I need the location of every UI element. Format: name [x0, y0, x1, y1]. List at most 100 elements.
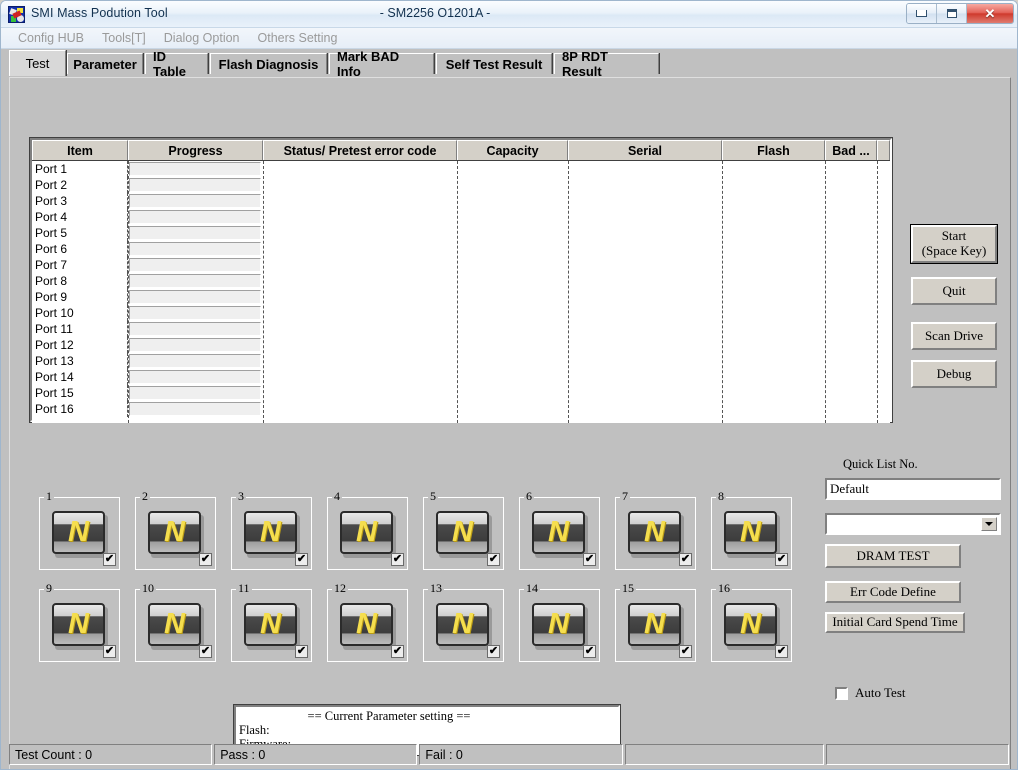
- drive-slot-13[interactable]: 13 N ✔: [423, 589, 504, 662]
- drive-check-icon[interactable]: ✔: [103, 645, 116, 658]
- drive-letter: N: [724, 603, 777, 646]
- drive-slot-10[interactable]: 10 N ✔: [135, 589, 216, 662]
- table-row[interactable]: Port 1: [32, 161, 890, 177]
- drive-letter: N: [244, 511, 297, 554]
- grid-divider: [722, 161, 723, 423]
- table-row[interactable]: Port 10: [32, 305, 890, 321]
- drive-slot-7[interactable]: 7 N ✔: [615, 497, 696, 570]
- table-row[interactable]: Port 8: [32, 273, 890, 289]
- drive-check-icon[interactable]: ✔: [199, 553, 212, 566]
- table-row[interactable]: Port 5: [32, 225, 890, 241]
- drive-slot-3[interactable]: 3 N ✔: [231, 497, 312, 570]
- table-row[interactable]: Port 16: [32, 401, 890, 417]
- drive-check-icon[interactable]: ✔: [295, 645, 308, 658]
- drive-check-icon[interactable]: ✔: [199, 645, 212, 658]
- drive-slot-14[interactable]: 14 N ✔: [519, 589, 600, 662]
- table-row[interactable]: Port 11: [32, 321, 890, 337]
- maximize-button[interactable]: [937, 4, 967, 23]
- table-row[interactable]: Port 13: [32, 353, 890, 369]
- drive-check-icon[interactable]: ✔: [583, 645, 596, 658]
- grid-header-progress[interactable]: Progress: [128, 140, 263, 160]
- grid-header-flash[interactable]: Flash: [722, 140, 825, 160]
- drive-slot-6[interactable]: 6 N ✔: [519, 497, 600, 570]
- drive-slot-5[interactable]: 5 N ✔: [423, 497, 504, 570]
- grid-header-capacity[interactable]: Capacity: [457, 140, 568, 160]
- drive-slot-12[interactable]: 12 N ✔: [327, 589, 408, 662]
- dram-test-button[interactable]: DRAM TEST: [825, 544, 961, 568]
- drive-number: 5: [428, 490, 438, 502]
- drive-check-icon[interactable]: ✔: [583, 553, 596, 566]
- err-code-define-button[interactable]: Err Code Define: [825, 581, 961, 603]
- drive-check-icon[interactable]: ✔: [679, 645, 692, 658]
- table-row[interactable]: Port 2: [32, 177, 890, 193]
- drive-slot-2[interactable]: 2 N ✔: [135, 497, 216, 570]
- minimize-button[interactable]: [907, 4, 937, 23]
- cell-progress: [128, 209, 263, 225]
- grid-body[interactable]: Port 1 Port 2 Port 3 Port 4: [32, 161, 890, 423]
- grid-divider: [877, 161, 878, 423]
- drive-slot-9[interactable]: 9 N ✔: [39, 589, 120, 662]
- menu-item-config-hub[interactable]: Config HUB: [9, 30, 93, 46]
- grid-divider: [568, 161, 569, 423]
- grid-header-status[interactable]: Status/ Pretest error code: [263, 140, 457, 160]
- tab-8p-rdt-result[interactable]: 8P RDT Result: [554, 53, 659, 74]
- drive-check-icon[interactable]: ✔: [775, 553, 788, 566]
- drive-check-icon[interactable]: ✔: [679, 553, 692, 566]
- drive-check-icon[interactable]: ✔: [775, 645, 788, 658]
- menu-item-dialog-option[interactable]: Dialog Option: [155, 30, 249, 46]
- drive-check-icon[interactable]: ✔: [391, 645, 404, 658]
- table-row[interactable]: Port 6: [32, 241, 890, 257]
- cell-item: Port 5: [32, 225, 128, 241]
- table-row[interactable]: Port 3: [32, 193, 890, 209]
- tab-mark-bad-info[interactable]: Mark BAD Info: [329, 53, 434, 74]
- drive-slot-11[interactable]: 11 N ✔: [231, 589, 312, 662]
- drive-slot-8[interactable]: 8 N ✔: [711, 497, 792, 570]
- drive-slot-4[interactable]: 4 N ✔: [327, 497, 408, 570]
- table-row[interactable]: Port 9: [32, 289, 890, 305]
- drive-slot-1[interactable]: 1 N ✔: [39, 497, 120, 570]
- drive-check-icon[interactable]: ✔: [487, 645, 500, 658]
- start-button[interactable]: Start (Space Key): [911, 225, 997, 263]
- table-row[interactable]: Port 7: [32, 257, 890, 273]
- drive-check-icon[interactable]: ✔: [487, 553, 500, 566]
- chevron-down-icon[interactable]: [981, 517, 997, 531]
- table-row[interactable]: Port 15: [32, 385, 890, 401]
- cell-progress: [128, 337, 263, 353]
- auto-test-checkbox[interactable]: [835, 687, 848, 700]
- drive-check-icon[interactable]: ✔: [103, 553, 116, 566]
- scan-drive-button[interactable]: Scan Drive: [911, 322, 997, 350]
- table-row[interactable]: Port 4: [32, 209, 890, 225]
- tab-flash-diagnosis[interactable]: Flash Diagnosis: [210, 53, 327, 74]
- drive-check-icon[interactable]: ✔: [295, 553, 308, 566]
- grid-header-item[interactable]: Item: [32, 140, 128, 160]
- menu-item-others-setting[interactable]: Others Setting: [249, 30, 347, 46]
- tab-parameter[interactable]: Parameter: [67, 53, 143, 74]
- table-row[interactable]: Port 14: [32, 369, 890, 385]
- table-row[interactable]: Port 12: [32, 337, 890, 353]
- quick-list-input[interactable]: Default: [825, 478, 1001, 500]
- quit-button[interactable]: Quit: [911, 277, 997, 305]
- grid-header-bad[interactable]: Bad ...: [825, 140, 877, 160]
- drive-letter: N: [340, 511, 393, 554]
- cell-progress: [128, 401, 263, 417]
- drive-icon: N: [148, 603, 204, 650]
- menu-item-tools[interactable]: Tools[T]: [93, 30, 155, 46]
- drive-slot-16[interactable]: 16 N ✔: [711, 589, 792, 662]
- drive-number: 3: [236, 490, 246, 502]
- tab-id-table[interactable]: ID Table: [145, 53, 208, 74]
- close-icon: ✕: [985, 7, 996, 20]
- tab-test[interactable]: Test: [9, 50, 66, 76]
- initial-card-spend-time-button[interactable]: Initial Card Spend Time: [825, 612, 965, 633]
- drive-icon: N: [532, 511, 588, 558]
- grid-header-serial[interactable]: Serial: [568, 140, 722, 160]
- quick-list-combo[interactable]: [825, 513, 1001, 535]
- tab-self-test-result[interactable]: Self Test Result: [436, 53, 552, 74]
- cell-progress: [128, 353, 263, 369]
- auto-test-checkbox-wrap[interactable]: Auto Test: [835, 685, 906, 701]
- drive-slot-15[interactable]: 15 N ✔: [615, 589, 696, 662]
- drive-icon: N: [724, 511, 780, 558]
- debug-button[interactable]: Debug: [911, 360, 997, 388]
- drive-icon: N: [628, 603, 684, 650]
- close-button[interactable]: ✕: [967, 4, 1013, 23]
- drive-check-icon[interactable]: ✔: [391, 553, 404, 566]
